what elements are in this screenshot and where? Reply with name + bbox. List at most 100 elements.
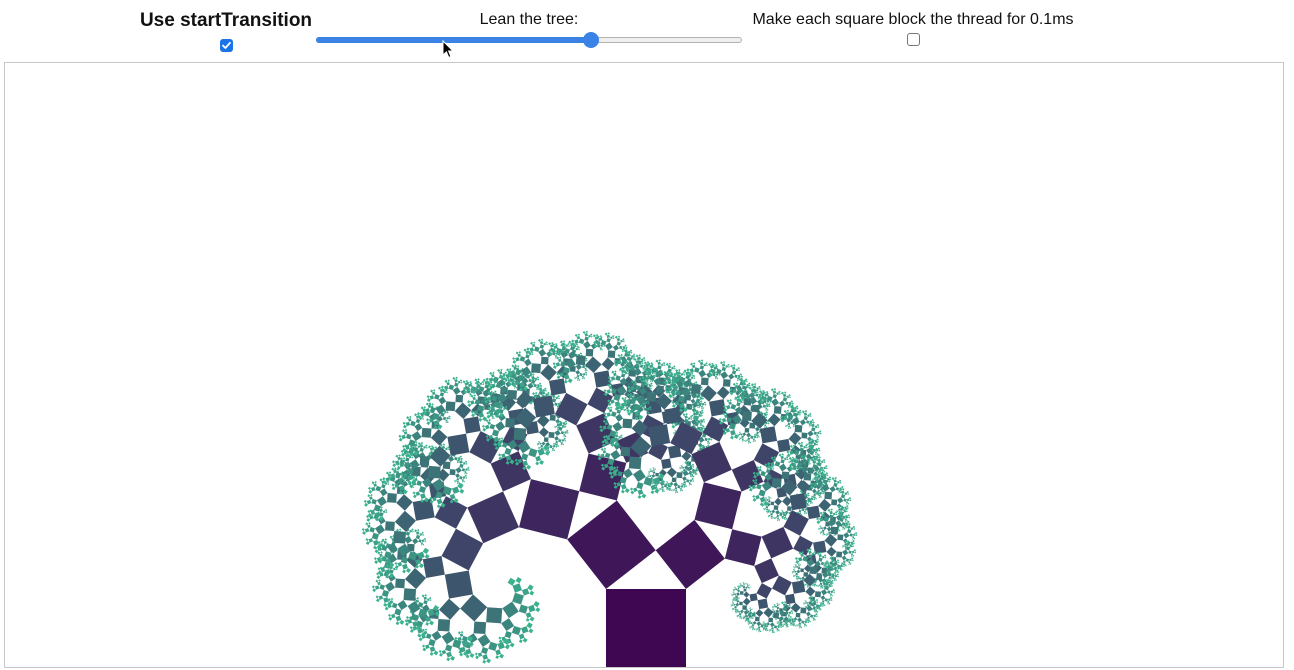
tree-square xyxy=(796,624,798,626)
tree-square xyxy=(495,655,500,660)
tree-square xyxy=(821,555,825,559)
tree-square xyxy=(531,353,534,356)
tree-square xyxy=(552,362,556,366)
tree-square xyxy=(664,407,682,425)
tree-square xyxy=(383,597,389,603)
tree-square xyxy=(786,458,789,461)
tree-square xyxy=(696,449,698,451)
tree-square xyxy=(677,485,681,489)
tree-square xyxy=(765,416,768,419)
tree-square xyxy=(735,612,737,614)
tree-square xyxy=(826,578,828,580)
tree-square xyxy=(488,418,491,422)
tree-square xyxy=(477,378,480,381)
tree-square xyxy=(742,597,751,606)
tree-square xyxy=(654,488,660,494)
tree-square xyxy=(823,470,826,473)
tree-square xyxy=(769,497,771,499)
tree-square xyxy=(507,577,516,586)
tree-square xyxy=(532,395,555,418)
tree-square xyxy=(732,588,734,590)
tree-square xyxy=(539,440,540,442)
tree-square xyxy=(516,390,533,408)
tree-square xyxy=(779,400,786,407)
tree-square xyxy=(785,424,787,426)
tree-square xyxy=(731,594,733,597)
tree-square xyxy=(661,490,664,493)
slider-thumb[interactable] xyxy=(582,32,599,48)
tree-square xyxy=(486,607,503,624)
tree-square xyxy=(409,529,413,533)
tree-square xyxy=(539,344,545,349)
tree-square xyxy=(785,401,789,406)
tree-square xyxy=(391,602,398,609)
transition-checkbox[interactable] xyxy=(219,39,233,52)
tree-square xyxy=(850,555,853,557)
tree-square xyxy=(431,403,434,406)
tree-square xyxy=(574,376,576,378)
tree-square xyxy=(504,631,512,639)
tree-square xyxy=(793,575,795,578)
tree-square xyxy=(680,464,682,466)
tree-square xyxy=(604,452,611,459)
tree-square xyxy=(827,603,829,605)
tree-square xyxy=(815,497,817,500)
lean-slider[interactable] xyxy=(316,32,742,48)
tree-square xyxy=(557,445,560,447)
tree-square xyxy=(701,388,703,391)
tree-square xyxy=(424,540,427,543)
tree-square xyxy=(439,392,445,397)
tree-square xyxy=(817,447,821,450)
tree-square xyxy=(537,440,540,443)
tree-square xyxy=(763,629,765,631)
tree-square xyxy=(422,644,426,648)
tree-square xyxy=(737,614,740,617)
tree-square xyxy=(564,435,567,438)
tree-square xyxy=(715,363,718,367)
tree-canvas xyxy=(4,62,1284,668)
tree-square xyxy=(673,432,675,434)
tree-square xyxy=(774,516,776,518)
tree-square xyxy=(740,587,741,589)
tree-square xyxy=(736,614,738,616)
tree-square xyxy=(832,512,836,516)
tree-square xyxy=(636,482,644,490)
tree-square xyxy=(710,438,713,441)
tree-square xyxy=(777,621,780,624)
tree-square xyxy=(403,424,407,429)
block-checkbox[interactable] xyxy=(906,33,920,46)
tree-square xyxy=(771,629,774,632)
tree-square xyxy=(697,406,699,409)
tree-square xyxy=(747,583,749,585)
tree-square xyxy=(688,484,691,486)
tree-square xyxy=(761,526,794,559)
tree-square xyxy=(749,441,752,444)
tree-square xyxy=(693,377,696,380)
tree-square xyxy=(804,410,808,413)
tree-square xyxy=(809,620,811,623)
tree-square xyxy=(801,410,805,414)
tree-square xyxy=(781,601,785,605)
tree-square xyxy=(770,501,775,506)
tree-square xyxy=(848,497,852,500)
block-label: Make each square block the thread for 0.… xyxy=(752,11,1074,28)
tree-square xyxy=(404,428,408,432)
tree-square xyxy=(585,359,588,362)
tree-square xyxy=(807,414,810,417)
tree-square xyxy=(545,389,547,392)
tree-square xyxy=(798,575,800,577)
tree-square xyxy=(420,441,424,445)
tree-square xyxy=(511,625,522,636)
tree-square xyxy=(768,405,771,408)
tree-square xyxy=(765,505,769,509)
tree-square xyxy=(441,649,447,655)
tree-square xyxy=(518,479,580,540)
tree-square xyxy=(697,359,701,363)
tree-square xyxy=(812,479,814,481)
tree-square xyxy=(811,427,816,432)
tree-square xyxy=(482,659,487,664)
tree-square xyxy=(764,497,766,499)
tree-square xyxy=(599,335,603,338)
tree-square xyxy=(599,349,602,351)
tree-square xyxy=(494,390,497,393)
